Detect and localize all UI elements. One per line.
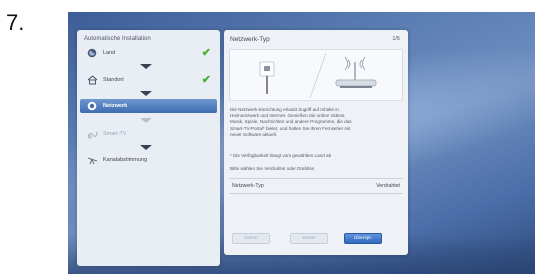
page-indicator: 1/5: [392, 36, 400, 42]
antenna-icon: [85, 155, 99, 165]
skip-button[interactable]: Überspr.: [344, 233, 382, 244]
network-description: Die Netzwerk-Einrichtung erlaubt Zugriff…: [230, 107, 402, 138]
step-standort-label: Standort: [103, 77, 124, 83]
next-button[interactable]: Weiter: [290, 233, 328, 244]
step-land[interactable]: Land ✔: [80, 46, 217, 60]
chevron-down-icon: [140, 91, 152, 96]
divider: [229, 178, 403, 179]
network-type-panel: Netzwerk-Typ 1/5 Die Netzwerk-Einrichtun…: [224, 30, 408, 255]
network-type-label: Netzwerk-Typ: [232, 183, 264, 189]
step-smart-tv[interactable]: Smart-TV: [80, 127, 217, 141]
description-line: neuer Software aktuell.: [230, 131, 277, 137]
step-smart-tv-label: Smart-TV: [103, 131, 127, 137]
step-netzwerk[interactable]: Netzwerk: [80, 99, 217, 113]
step-netzwerk-label: Netzwerk: [103, 103, 128, 109]
checkmark-icon: ✔: [201, 47, 211, 59]
chevron-down-icon: [140, 64, 152, 69]
step-standort[interactable]: Standort ✔: [80, 73, 217, 87]
step-number: 7.: [6, 10, 25, 35]
chevron-down-icon: [140, 145, 152, 150]
step-kanalabstimmung-label: Kanalabstimmung: [103, 157, 148, 163]
previous-button[interactable]: Vorher: [232, 233, 270, 244]
network-icon: [85, 101, 99, 111]
divider: [229, 193, 403, 194]
globe-icon: [85, 48, 99, 58]
chevron-down-icon: [140, 118, 152, 123]
step-land-label: Land: [103, 50, 116, 56]
smart-tv-icon: [85, 129, 99, 139]
router-icon: [335, 56, 377, 88]
checkmark-icon: ✔: [201, 74, 211, 86]
panel-title: Netzwerk-Typ: [230, 36, 270, 43]
step-kanalabstimmung[interactable]: Kanalabstimmung: [80, 153, 217, 167]
wizard-title: Automatische Installation: [84, 36, 151, 42]
tv-screen: Automatische Installation Land ✔ Standor…: [68, 12, 535, 274]
wizard-sidebar: Automatische Installation Land ✔ Standor…: [77, 30, 220, 266]
house-icon: [85, 75, 99, 85]
availability-note: * Die Verfügbarkeit hängt vom gewählten …: [230, 153, 332, 158]
network-type-value[interactable]: Verdrahtet: [376, 183, 400, 189]
network-illustration: [229, 49, 403, 101]
wall-socket-icon: [259, 61, 275, 94]
selection-prompt: Bitte wählen Sie Verdrahtet oder Drahtlo…: [230, 166, 315, 171]
